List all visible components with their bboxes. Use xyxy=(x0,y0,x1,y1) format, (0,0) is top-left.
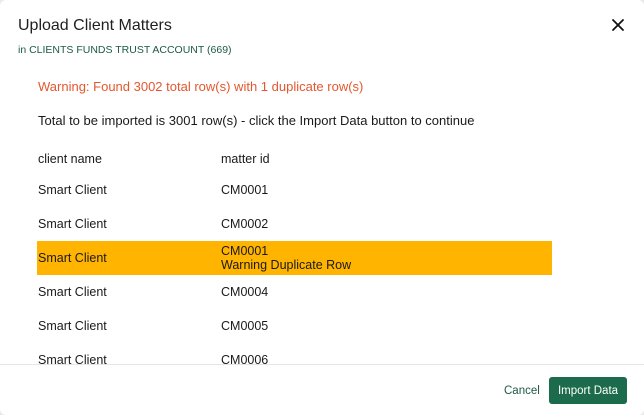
import-summary: Total to be imported is 3001 row(s) - cl… xyxy=(38,113,475,128)
table-row-duplicate: Smart Client CM0001 Warning Duplicate Ro… xyxy=(37,241,552,275)
cancel-button[interactable]: Cancel xyxy=(496,377,548,404)
dialog-title: Upload Client Matters xyxy=(18,17,172,34)
cell-matter-id: CM0001 xyxy=(221,183,269,197)
close-button[interactable] xyxy=(607,14,629,36)
duplicate-row-warning: Warning Duplicate Row xyxy=(221,258,352,272)
duplicate-warning: Warning: Found 3002 total row(s) with 1 … xyxy=(38,79,364,94)
cell-matter-id-value: CM0001 xyxy=(221,244,269,258)
table-row: Smart Client CM0002 xyxy=(37,207,552,241)
cell-matter-id: CM0002 xyxy=(221,217,269,231)
table-row: Smart Client CM0005 xyxy=(37,309,552,343)
cell-matter-id: CM0004 xyxy=(221,285,269,299)
table-row: Smart Client CM0004 xyxy=(37,275,552,309)
table-header: client name matter id xyxy=(37,145,552,173)
cell-client-name: Smart Client xyxy=(38,217,107,231)
column-header-matter-id: matter id xyxy=(221,152,270,166)
import-data-button[interactable]: Import Data xyxy=(549,377,627,404)
table-row: Smart Client CM0006 xyxy=(37,343,552,377)
import-preview-table: client name matter id Smart Client CM000… xyxy=(37,145,552,377)
footer-divider xyxy=(0,364,644,365)
dialog-subtitle: in CLIENTS FUNDS TRUST ACCOUNT (669) xyxy=(18,44,232,56)
table-row: Smart Client CM0001 xyxy=(37,173,552,207)
cell-matter-id: CM0005 xyxy=(221,319,269,333)
close-icon xyxy=(612,19,624,31)
cell-client-name: Smart Client xyxy=(38,183,107,197)
column-header-client-name: client name xyxy=(38,152,102,166)
cell-client-name: Smart Client xyxy=(38,251,107,265)
cell-client-name: Smart Client xyxy=(38,319,107,333)
upload-dialog: Upload Client Matters in CLIENTS FUNDS T… xyxy=(0,0,644,415)
cell-matter-id: CM0001 Warning Duplicate Row xyxy=(221,244,552,272)
cell-client-name: Smart Client xyxy=(38,285,107,299)
